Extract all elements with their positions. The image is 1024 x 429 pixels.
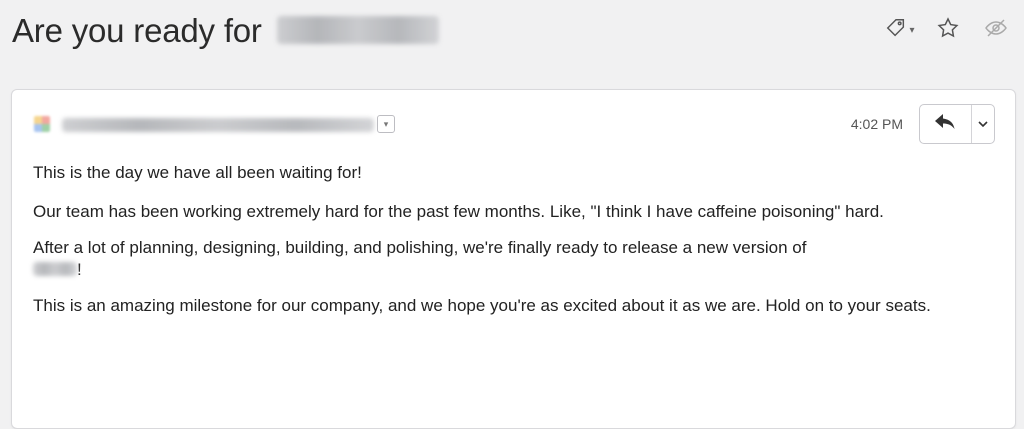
email-subject: Are you ready for — [12, 12, 439, 50]
redacted-sender — [62, 118, 374, 133]
body-paragraph: Our team has been working extremely hard… — [33, 202, 884, 221]
body-paragraph: This is the day we have all been waiting… — [33, 163, 362, 182]
body-paragraph: After a lot of planning, designing, buil… — [33, 237, 993, 281]
tag-icon — [885, 17, 907, 39]
message-header: ▾ 4:02 PM — [12, 90, 1015, 154]
chevron-down-icon: ▾ — [909, 24, 915, 36]
star-button[interactable] — [934, 14, 962, 42]
body-paragraph-text: After a lot of planning, designing, buil… — [33, 238, 807, 257]
eye-slash-icon — [984, 16, 1008, 40]
body-paragraph: This is an amazing milestone for our com… — [33, 296, 931, 315]
chevron-down-icon: ▾ — [383, 118, 389, 129]
hide-button[interactable] — [982, 14, 1010, 42]
subject-actions: ▾ — [886, 14, 1010, 42]
sender-info[interactable] — [62, 116, 374, 133]
reply-button[interactable] — [920, 105, 971, 143]
star-icon — [936, 16, 960, 40]
message-card: ▾ 4:02 PM This is the day we have all be… — [11, 89, 1016, 429]
email-subject-text: Are you ready for — [12, 12, 262, 49]
body-paragraph-tail: ! — [77, 260, 82, 279]
subject-bar: Are you ready for ▾ — [0, 0, 1024, 64]
reply-options-button[interactable] — [970, 105, 994, 143]
reply-arrow-icon — [933, 112, 957, 137]
reply-button-group — [919, 104, 995, 144]
label-button[interactable]: ▾ — [885, 14, 915, 42]
sender-details-toggle[interactable]: ▾ — [377, 115, 395, 133]
chevron-down-icon — [978, 115, 988, 133]
sender-avatar — [34, 116, 50, 132]
redacted-app-name — [276, 16, 439, 45]
message-time: 4:02 PM — [850, 116, 903, 132]
message-body: This is the day we have all been waiting… — [33, 162, 993, 331]
redacted-app-name — [33, 262, 77, 277]
